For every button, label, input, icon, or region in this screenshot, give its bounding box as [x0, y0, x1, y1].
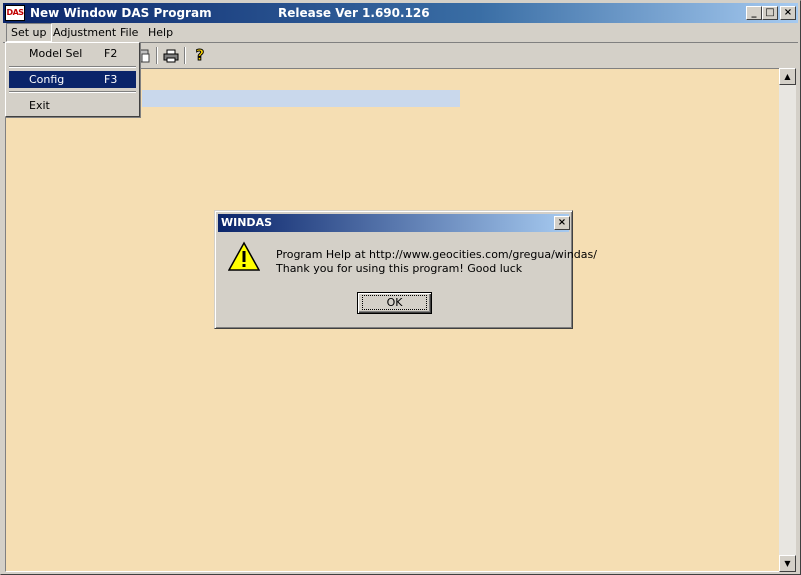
- scroll-up-button[interactable]: ▲: [779, 68, 796, 85]
- menu-item-config[interactable]: Config F3: [9, 71, 136, 88]
- window-title: New Window DAS Program: [30, 6, 212, 20]
- menu-item-model-sel[interactable]: Model Sel F2: [9, 45, 136, 62]
- app-icon[interactable]: DAS: [5, 5, 25, 21]
- app-window: DAS New Window DAS Program Release Ver 1…: [0, 0, 801, 575]
- title-bar[interactable]: DAS New Window DAS Program Release Ver 1…: [3, 3, 798, 23]
- minimize-button[interactable]: _: [746, 6, 762, 20]
- menu-separator: [9, 91, 136, 93]
- highlight-bar: [142, 90, 460, 107]
- print-icon[interactable]: [161, 46, 181, 65]
- menu-help[interactable]: Help: [144, 24, 177, 41]
- dialog-close-button[interactable]: ×: [554, 216, 570, 230]
- maximize-button[interactable]: □: [762, 6, 778, 20]
- release-version: Release Ver 1.690.126: [278, 6, 430, 20]
- dialog-message-line1: Program Help at http://www.geocities.com…: [276, 248, 597, 261]
- menu-adjustment[interactable]: Adjustment: [49, 24, 120, 41]
- dialog-message: Program Help at http://www.geocities.com…: [276, 248, 597, 276]
- help-icon[interactable]: ?: [190, 46, 210, 65]
- menu-separator: [9, 66, 136, 68]
- dialog-title-bar[interactable]: WINDAS ×: [218, 214, 570, 232]
- warning-icon: [228, 241, 260, 271]
- scroll-down-button[interactable]: ▼: [779, 555, 796, 572]
- vertical-scrollbar[interactable]: ▲ ▼: [779, 68, 796, 572]
- dialog-message-line2: Thank you for using this program! Good l…: [276, 262, 523, 275]
- ok-button[interactable]: OK: [357, 292, 432, 314]
- menu-item-exit[interactable]: Exit: [9, 97, 136, 114]
- menu-setup[interactable]: Set up: [6, 23, 52, 42]
- dialog-title: WINDAS: [221, 216, 272, 229]
- menu-file[interactable]: File: [116, 24, 142, 41]
- close-button[interactable]: ×: [780, 6, 796, 20]
- toolbar-separator: [184, 47, 186, 64]
- toolbar-separator: [156, 47, 158, 64]
- message-dialog: WINDAS × Program Help at http://www.geoc…: [214, 210, 597, 329]
- setup-dropdown-menu: Model Sel F2 Config F3 Exit: [5, 42, 140, 117]
- menu-bar: Set up Adjustment File Help: [3, 23, 798, 42]
